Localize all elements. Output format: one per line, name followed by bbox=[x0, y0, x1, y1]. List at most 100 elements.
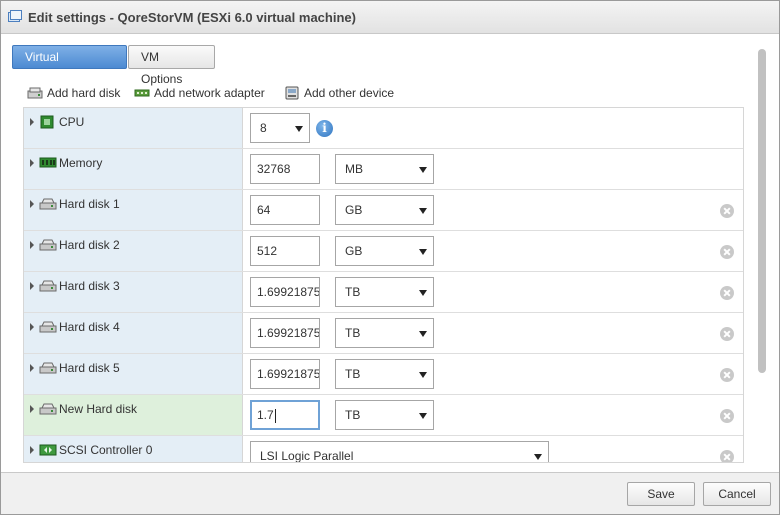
expand-caret-icon[interactable] bbox=[30, 159, 34, 167]
disk-unit-value: GB bbox=[345, 203, 363, 217]
chevron-down-icon bbox=[419, 331, 427, 337]
vertical-scrollbar[interactable] bbox=[753, 41, 769, 471]
expand-caret-icon[interactable] bbox=[30, 405, 34, 413]
cpu-count-select[interactable]: 8 bbox=[250, 113, 310, 143]
hardware-row-hard-disk-5: Hard disk 5 1.69921875 TB bbox=[24, 354, 743, 395]
disk-unit-select[interactable]: GB bbox=[335, 236, 434, 266]
tab-vm-options[interactable]: VM Options bbox=[128, 45, 215, 86]
hardware-row-hard-disk-3: Hard disk 3 1.69921875 TB bbox=[24, 272, 743, 313]
remove-device-icon[interactable] bbox=[720, 204, 734, 218]
chevron-down-icon bbox=[419, 290, 427, 296]
expand-caret-icon[interactable] bbox=[30, 323, 34, 331]
hardware-row-hard-disk-1: Hard disk 1 64 GB bbox=[24, 190, 743, 231]
remove-device-icon[interactable] bbox=[720, 368, 734, 382]
disk-unit-select[interactable]: GB bbox=[335, 195, 434, 225]
expand-caret-icon[interactable] bbox=[30, 241, 34, 249]
hard-disk-icon bbox=[39, 321, 57, 333]
other-device-icon bbox=[285, 86, 299, 100]
row-label: Memory bbox=[59, 156, 103, 170]
expand-caret-icon[interactable] bbox=[30, 446, 34, 454]
scsi-controller-type-value: LSI Logic Parallel bbox=[260, 449, 354, 463]
new-disk-size-input[interactable]: 1.7 bbox=[250, 400, 320, 430]
row-label-cell: Hard disk 4 bbox=[24, 313, 243, 353]
hardware-row-memory: Memory 32768 MB bbox=[24, 149, 743, 190]
save-button[interactable]: Save bbox=[627, 482, 695, 506]
add-network-adapter-label: Add network adapter bbox=[154, 86, 265, 100]
tab-virtual-hardware[interactable]: Virtual Hardware bbox=[12, 45, 127, 86]
remove-device-icon[interactable] bbox=[720, 409, 734, 423]
cancel-button[interactable]: Cancel bbox=[703, 482, 771, 506]
remove-device-icon[interactable] bbox=[720, 286, 734, 300]
memory-unit-select[interactable]: MB bbox=[335, 154, 434, 184]
edit-settings-dialog: Edit settings - QoreStorVM (ESXi 6.0 vir… bbox=[0, 0, 780, 515]
dialog-title: Edit settings - QoreStorVM (ESXi 6.0 vir… bbox=[28, 10, 356, 25]
chevron-down-icon bbox=[419, 372, 427, 378]
scrollbar-thumb[interactable] bbox=[758, 49, 766, 373]
cpu-count-value: 8 bbox=[260, 121, 267, 135]
row-label: New Hard disk bbox=[59, 402, 138, 416]
chevron-down-icon bbox=[534, 454, 542, 460]
expand-caret-icon[interactable] bbox=[30, 200, 34, 208]
chevron-down-icon bbox=[419, 208, 427, 214]
hard-disk-icon bbox=[27, 87, 43, 99]
disk-size-input[interactable]: 1.69921875 bbox=[250, 318, 320, 348]
add-hard-disk-label: Add hard disk bbox=[47, 86, 121, 100]
add-other-device-label: Add other device bbox=[304, 86, 395, 100]
disk-unit-select[interactable]: TB bbox=[335, 400, 434, 430]
scsi-controller-type-select[interactable]: LSI Logic Parallel bbox=[250, 441, 549, 463]
hardware-row-new-hard-disk: New Hard disk 1.7 TB bbox=[24, 395, 743, 436]
hard-disk-icon bbox=[39, 280, 57, 292]
new-disk-size-value: 1.7 bbox=[257, 408, 274, 422]
remove-device-icon[interactable] bbox=[720, 245, 734, 259]
disk-size-input[interactable]: 64 bbox=[250, 195, 320, 225]
hard-disk-icon bbox=[39, 403, 57, 415]
row-label-cell: Memory bbox=[24, 149, 243, 189]
disk-size-input[interactable]: 1.69921875 bbox=[250, 359, 320, 389]
hard-disk-icon bbox=[39, 362, 57, 374]
add-hard-disk-button[interactable]: Add hard disk bbox=[27, 85, 123, 101]
row-label-cell: SCSI Controller 0 bbox=[24, 436, 243, 462]
disk-unit-value: TB bbox=[345, 285, 361, 299]
chevron-down-icon bbox=[419, 413, 427, 419]
disk-unit-select[interactable]: TB bbox=[335, 277, 434, 307]
add-network-adapter-button[interactable]: Add network adapter bbox=[134, 85, 276, 101]
cpu-icon bbox=[40, 115, 54, 129]
hardware-grid: CPU 8 i Memory 32768 MB Hard disk 1 64 G… bbox=[23, 107, 744, 463]
chevron-down-icon bbox=[295, 126, 303, 132]
disk-unit-value: TB bbox=[345, 326, 361, 340]
row-label-cell: Hard disk 5 bbox=[24, 354, 243, 394]
disk-unit-value: TB bbox=[345, 367, 361, 381]
vm-settings-icon bbox=[8, 10, 22, 22]
disk-unit-select[interactable]: TB bbox=[335, 359, 434, 389]
chevron-down-icon bbox=[419, 249, 427, 255]
memory-icon bbox=[39, 157, 57, 168]
hard-disk-icon bbox=[39, 198, 57, 210]
disk-size-input[interactable]: 1.69921875 bbox=[250, 277, 320, 307]
hardware-row-scsi-controller-0: SCSI Controller 0 LSI Logic Parallel bbox=[24, 436, 743, 463]
dialog-footer: Save Cancel bbox=[1, 472, 779, 514]
disk-size-input[interactable]: 512 bbox=[250, 236, 320, 266]
disk-unit-value: GB bbox=[345, 244, 363, 258]
disk-unit-value: TB bbox=[345, 408, 361, 422]
add-other-device-button[interactable]: Add other device bbox=[284, 85, 396, 101]
row-label-cell: New Hard disk bbox=[24, 395, 243, 435]
hard-disk-icon bbox=[39, 239, 57, 251]
text-cursor bbox=[274, 408, 276, 423]
expand-caret-icon[interactable] bbox=[30, 118, 34, 126]
hardware-row-hard-disk-2: Hard disk 2 512 GB bbox=[24, 231, 743, 272]
network-adapter-icon bbox=[134, 89, 150, 97]
row-label: CPU bbox=[59, 115, 85, 129]
expand-caret-icon[interactable] bbox=[30, 364, 34, 372]
scsi-controller-icon bbox=[39, 444, 57, 456]
info-icon[interactable]: i bbox=[316, 120, 333, 137]
title-bar: Edit settings - QoreStorVM (ESXi 6.0 vir… bbox=[1, 1, 779, 34]
row-label: Hard disk 3 bbox=[59, 279, 120, 293]
hardware-row-hard-disk-4: Hard disk 4 1.69921875 TB bbox=[24, 313, 743, 354]
memory-size-input[interactable]: 32768 bbox=[250, 154, 320, 184]
chevron-down-icon bbox=[419, 167, 427, 173]
row-label-cell: Hard disk 3 bbox=[24, 272, 243, 312]
expand-caret-icon[interactable] bbox=[30, 282, 34, 290]
remove-device-icon[interactable] bbox=[720, 327, 734, 341]
remove-device-icon[interactable] bbox=[720, 450, 734, 462]
disk-unit-select[interactable]: TB bbox=[335, 318, 434, 348]
